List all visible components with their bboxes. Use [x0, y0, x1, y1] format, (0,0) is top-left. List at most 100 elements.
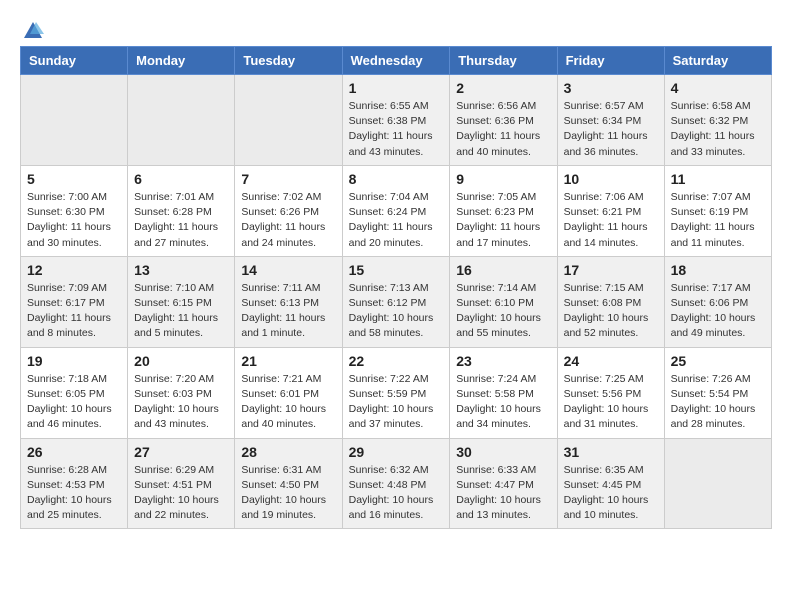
day-info: Sunrise: 7:00 AM Sunset: 6:30 PM Dayligh… — [27, 190, 121, 251]
weekday-header-friday: Friday — [557, 47, 664, 75]
weekday-header-saturday: Saturday — [664, 47, 771, 75]
day-number: 24 — [564, 353, 658, 369]
calendar-cell: 24 Sunrise: 7:25 AM Sunset: 5:56 PM Dayli… — [557, 347, 664, 438]
calendar-cell: 25 Sunrise: 7:26 AM Sunset: 5:54 PM Dayli… — [664, 347, 771, 438]
weekday-header-wednesday: Wednesday — [342, 47, 450, 75]
day-number: 26 — [27, 444, 121, 460]
day-number: 29 — [349, 444, 444, 460]
calendar-cell: 27 Sunrise: 6:29 AM Sunset: 4:51 PM Dayli… — [128, 438, 235, 529]
calendar-cell: 30 Sunrise: 6:33 AM Sunset: 4:47 PM Dayli… — [450, 438, 557, 529]
page: SundayMondayTuesdayWednesdayThursdayFrid… — [0, 0, 792, 539]
calendar-cell: 14 Sunrise: 7:11 AM Sunset: 6:13 PM Dayli… — [235, 256, 342, 347]
weekday-header-row: SundayMondayTuesdayWednesdayThursdayFrid… — [21, 47, 772, 75]
day-number: 14 — [241, 262, 335, 278]
day-info: Sunrise: 7:22 AM Sunset: 5:59 PM Dayligh… — [349, 372, 444, 433]
weekday-header-monday: Monday — [128, 47, 235, 75]
weekday-header-tuesday: Tuesday — [235, 47, 342, 75]
day-number: 9 — [456, 171, 550, 187]
day-number: 31 — [564, 444, 658, 460]
day-number: 21 — [241, 353, 335, 369]
day-info: Sunrise: 7:25 AM Sunset: 5:56 PM Dayligh… — [564, 372, 658, 433]
day-number: 11 — [671, 171, 765, 187]
day-info: Sunrise: 6:57 AM Sunset: 6:34 PM Dayligh… — [564, 99, 658, 160]
calendar-cell: 15Sunrise: 7:13 AM Sunset: 6:12 PM Dayli… — [342, 256, 450, 347]
day-number: 15 — [349, 262, 444, 278]
day-info: Sunrise: 6:32 AM Sunset: 4:48 PM Dayligh… — [349, 463, 444, 524]
day-info: Sunrise: 7:05 AM Sunset: 6:23 PM Dayligh… — [456, 190, 550, 251]
calendar-cell: 12 Sunrise: 7:09 AM Sunset: 6:17 PM Dayli… — [21, 256, 128, 347]
day-info: Sunrise: 7:20 AM Sunset: 6:03 PM Dayligh… — [134, 372, 228, 433]
day-number: 17 — [564, 262, 658, 278]
day-info: Sunrise: 7:14 AM Sunset: 6:10 PM Dayligh… — [456, 281, 550, 342]
calendar-cell: 11 Sunrise: 7:07 AM Sunset: 6:19 PM Dayli… — [664, 165, 771, 256]
calendar-cell: 29 Sunrise: 6:32 AM Sunset: 4:48 PM Dayli… — [342, 438, 450, 529]
day-info: Sunrise: 7:01 AM Sunset: 6:28 PM Dayligh… — [134, 190, 228, 251]
calendar-cell: 16 Sunrise: 7:14 AM Sunset: 6:10 PM Dayli… — [450, 256, 557, 347]
calendar-cell — [664, 438, 771, 529]
day-info: Sunrise: 7:26 AM Sunset: 5:54 PM Dayligh… — [671, 372, 765, 433]
day-number: 18 — [671, 262, 765, 278]
day-info: Sunrise: 7:10 AM Sunset: 6:15 PM Dayligh… — [134, 281, 228, 342]
day-info: Sunrise: 6:29 AM Sunset: 4:51 PM Dayligh… — [134, 463, 228, 524]
day-number: 20 — [134, 353, 228, 369]
calendar-cell: 8 Sunrise: 7:04 AM Sunset: 6:24 PM Daylig… — [342, 165, 450, 256]
day-info: Sunrise: 7:04 AM Sunset: 6:24 PM Dayligh… — [349, 190, 444, 251]
calendar-cell: 21 Sunrise: 7:21 AM Sunset: 6:01 PM Dayli… — [235, 347, 342, 438]
calendar-cell: 4Sunrise: 6:58 AM Sunset: 6:32 PM Daylig… — [664, 75, 771, 166]
day-info: Sunrise: 6:35 AM Sunset: 4:45 PM Dayligh… — [564, 463, 658, 524]
day-number: 2 — [456, 80, 550, 96]
calendar-cell: 13 Sunrise: 7:10 AM Sunset: 6:15 PM Dayli… — [128, 256, 235, 347]
day-info: Sunrise: 7:18 AM Sunset: 6:05 PM Dayligh… — [27, 372, 121, 433]
day-number: 13 — [134, 262, 228, 278]
calendar-cell — [21, 75, 128, 166]
day-number: 23 — [456, 353, 550, 369]
calendar-week-row: 26Sunrise: 6:28 AM Sunset: 4:53 PM Dayli… — [21, 438, 772, 529]
calendar-cell: 28Sunrise: 6:31 AM Sunset: 4:50 PM Dayli… — [235, 438, 342, 529]
day-number: 8 — [349, 171, 444, 187]
day-number: 3 — [564, 80, 658, 96]
calendar-week-row: 12 Sunrise: 7:09 AM Sunset: 6:17 PM Dayli… — [21, 256, 772, 347]
calendar-cell: 9 Sunrise: 7:05 AM Sunset: 6:23 PM Daylig… — [450, 165, 557, 256]
day-info: Sunrise: 7:06 AM Sunset: 6:21 PM Dayligh… — [564, 190, 658, 251]
calendar-cell: 23Sunrise: 7:24 AM Sunset: 5:58 PM Dayli… — [450, 347, 557, 438]
calendar-cell: 19Sunrise: 7:18 AM Sunset: 6:05 PM Dayli… — [21, 347, 128, 438]
day-info: Sunrise: 7:11 AM Sunset: 6:13 PM Dayligh… — [241, 281, 335, 342]
day-number: 1 — [349, 80, 444, 96]
calendar-cell: 5 Sunrise: 7:00 AM Sunset: 6:30 PM Daylig… — [21, 165, 128, 256]
calendar-week-row: 1Sunrise: 6:55 AM Sunset: 6:38 PM Daylig… — [21, 75, 772, 166]
day-number: 30 — [456, 444, 550, 460]
weekday-header-sunday: Sunday — [21, 47, 128, 75]
calendar-cell: 2 Sunrise: 6:56 AM Sunset: 6:36 PM Daylig… — [450, 75, 557, 166]
calendar-cell — [128, 75, 235, 166]
calendar-cell: 3 Sunrise: 6:57 AM Sunset: 6:34 PM Daylig… — [557, 75, 664, 166]
calendar-cell: 1Sunrise: 6:55 AM Sunset: 6:38 PM Daylig… — [342, 75, 450, 166]
day-number: 27 — [134, 444, 228, 460]
day-number: 7 — [241, 171, 335, 187]
calendar-cell: 20 Sunrise: 7:20 AM Sunset: 6:03 PM Dayli… — [128, 347, 235, 438]
day-number: 16 — [456, 262, 550, 278]
day-info: Sunrise: 7:09 AM Sunset: 6:17 PM Dayligh… — [27, 281, 121, 342]
header — [20, 20, 772, 36]
calendar-cell: 31 Sunrise: 6:35 AM Sunset: 4:45 PM Dayli… — [557, 438, 664, 529]
day-info: Sunrise: 6:33 AM Sunset: 4:47 PM Dayligh… — [456, 463, 550, 524]
day-info: Sunrise: 7:17 AM Sunset: 6:06 PM Dayligh… — [671, 281, 765, 342]
day-number: 10 — [564, 171, 658, 187]
logo — [20, 20, 44, 36]
calendar: SundayMondayTuesdayWednesdayThursdayFrid… — [20, 46, 772, 529]
logo-icon — [22, 20, 44, 42]
calendar-cell: 6Sunrise: 7:01 AM Sunset: 6:28 PM Daylig… — [128, 165, 235, 256]
day-number: 5 — [27, 171, 121, 187]
day-number: 4 — [671, 80, 765, 96]
calendar-cell: 18 Sunrise: 7:17 AM Sunset: 6:06 PM Dayli… — [664, 256, 771, 347]
calendar-cell — [235, 75, 342, 166]
day-info: Sunrise: 6:56 AM Sunset: 6:36 PM Dayligh… — [456, 99, 550, 160]
day-number: 12 — [27, 262, 121, 278]
day-info: Sunrise: 7:15 AM Sunset: 6:08 PM Dayligh… — [564, 281, 658, 342]
day-number: 22 — [349, 353, 444, 369]
day-number: 25 — [671, 353, 765, 369]
day-info: Sunrise: 7:21 AM Sunset: 6:01 PM Dayligh… — [241, 372, 335, 433]
day-info: Sunrise: 6:31 AM Sunset: 4:50 PM Dayligh… — [241, 463, 335, 524]
day-info: Sunrise: 7:07 AM Sunset: 6:19 PM Dayligh… — [671, 190, 765, 251]
calendar-cell: 22 Sunrise: 7:22 AM Sunset: 5:59 PM Dayli… — [342, 347, 450, 438]
calendar-week-row: 5 Sunrise: 7:00 AM Sunset: 6:30 PM Daylig… — [21, 165, 772, 256]
